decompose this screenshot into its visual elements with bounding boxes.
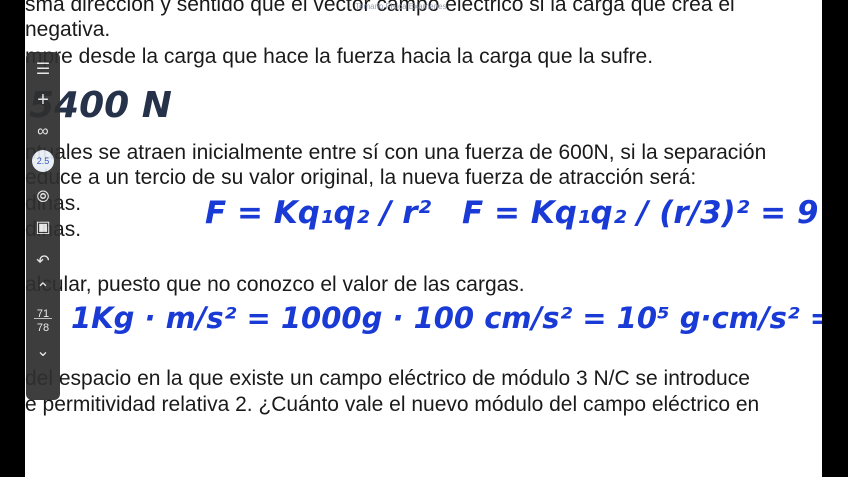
pen-size-label: 2.5 [36, 156, 50, 166]
document-page: sma dirección y sentido que el vector ca… [25, 0, 822, 477]
handwritten-formula-right: F = Kq₁q₂ / (r/3)² = 9 Kq [462, 195, 822, 231]
eraser-icon[interactable]: ▣ [26, 218, 60, 238]
add-icon[interactable]: + [26, 90, 60, 110]
chevron-down-icon[interactable]: ⌄ [26, 342, 60, 362]
window-title: Temario Fisica Examenes [355, 2, 447, 11]
link-icon[interactable]: ∞ [26, 122, 60, 142]
handwritten-formula-left: F = Kq₁q₂ / r² [205, 195, 432, 231]
chevron-up-icon[interactable]: ⌃ [26, 280, 60, 300]
text-line: del espacio en la que existe un campo el… [25, 367, 750, 390]
page-divider [34, 318, 52, 319]
text-line: negativa. [25, 18, 111, 41]
text-line: e permitividad relativa 2. ¿Cuánto vale … [25, 393, 760, 416]
text-line: mpre desde la carga que hace la fuerza h… [25, 45, 654, 68]
text-line: alcular, puesto que no conozco el valor … [25, 273, 525, 296]
current-page: 71 [36, 308, 50, 320]
annotation-toolbar: ☰ + ∞ 2.5 ⦾ ▣ ↶ ⌃ 71 78 ⌄ [26, 52, 60, 400]
total-pages: 78 [36, 322, 50, 334]
library-icon[interactable]: ☰ [26, 60, 60, 80]
text-line: ntuales se atraen inicialmente entre sí … [25, 141, 767, 164]
handwritten-unit-conversion: 1Kg · m/s² = 1000g · 100 cm/s² = 10⁵ g·c… [71, 301, 822, 335]
pen-tool-icon[interactable]: 2.5 [32, 150, 54, 172]
lasso-icon[interactable]: ⦾ [26, 188, 60, 208]
text-line: educe a un tercio de su valor original, … [25, 166, 697, 189]
undo-icon[interactable]: ↶ [26, 252, 60, 272]
